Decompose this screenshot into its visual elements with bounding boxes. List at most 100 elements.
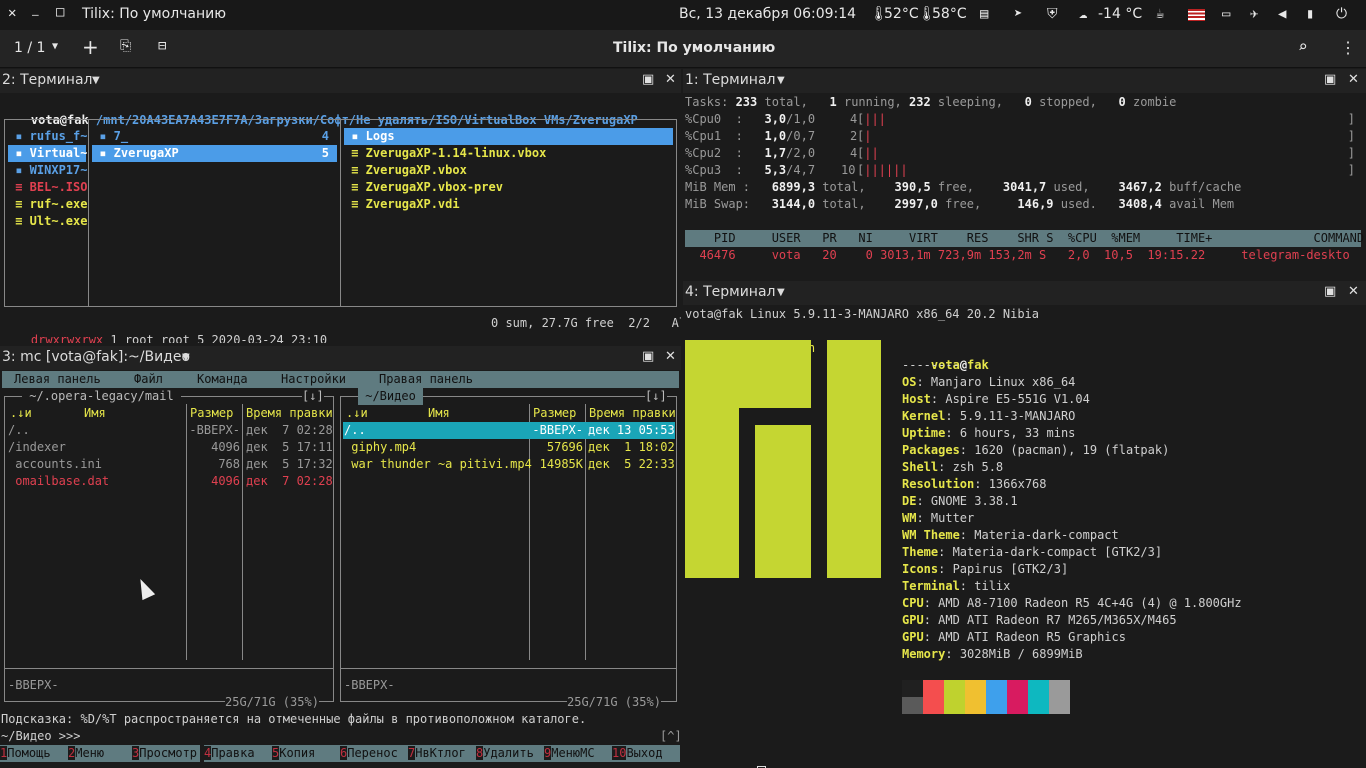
telegram-icon[interactable]: ➤ — [1014, 6, 1022, 22]
mc-left-col-size[interactable]: Размер — [190, 405, 233, 422]
maximize-icon[interactable]: ▣ — [642, 72, 654, 87]
mc-right-path[interactable]: ~/Видео — [358, 388, 424, 405]
lf-current-item[interactable]: ▪ 7_ 4 — [92, 128, 337, 145]
lf-preview-item[interactable]: ≡ ZverugaXP.vbox-prev — [344, 179, 673, 196]
mc-left-time[interactable]: дек 7 02:28 — [246, 422, 333, 439]
chevron-down-icon[interactable]: ▼ — [182, 352, 190, 363]
battery-icon[interactable]: ▮ — [1306, 6, 1314, 22]
mc-left-size[interactable]: 4096 — [188, 439, 240, 456]
mc-left-path[interactable]: ~/.opera-legacy/mail — [22, 388, 181, 405]
lf-preview-item[interactable]: ≡ ZverugaXP-1.14-linux.vbox — [344, 145, 673, 162]
app-title[interactable]: Tilix: По умолчанию — [82, 6, 226, 22]
mc-menu-item[interactable]: Левая панель — [14, 371, 101, 388]
mc-right-time[interactable]: дек 1 18:02 — [588, 439, 675, 456]
power-icon[interactable]: ⏻ — [1336, 6, 1347, 22]
mc-right-size[interactable]: -ВВЕРХ- — [531, 422, 583, 439]
screen-icon[interactable]: ▭ — [1222, 6, 1230, 22]
close-icon[interactable]: ✕ — [1348, 284, 1359, 299]
chevron-down-icon[interactable]: ▼ — [777, 75, 785, 86]
mc-menu-item[interactable]: Команда — [197, 371, 248, 388]
session-switcher[interactable]: 1 / 1 — [14, 40, 45, 56]
mc-left-size[interactable]: -ВВЕРХ- — [188, 422, 240, 439]
weather-temp[interactable]: -14 °C — [1098, 6, 1142, 22]
pane3-mc[interactable]: ~/.opera-legacy/mail [↓] ~/Видео [↓] .↓и… — [0, 370, 681, 768]
lf-parent-item[interactable]: ▪ WINXP17~ — [8, 162, 87, 179]
mc-left-name[interactable]: /.. — [8, 422, 30, 439]
lf-preview-item[interactable]: ≡ ZverugaXP.vbox — [344, 162, 673, 179]
mc-fkey-3[interactable]: 3Просмотр — [132, 745, 200, 762]
maximize-window-button[interactable]: □ — [56, 4, 64, 20]
search-icon[interactable]: ⌕ — [1298, 37, 1308, 56]
mc-fkey-4[interactable]: 4Правка — [204, 745, 272, 762]
maximize-icon[interactable]: ▣ — [1324, 72, 1336, 87]
close-icon[interactable]: ✕ — [665, 349, 676, 364]
mc-left-size[interactable]: 768 — [188, 456, 240, 473]
pane1-terminal[interactable]: Tasks: 233 total, 1 running, 232 sleepin… — [683, 93, 1366, 281]
mc-left-name[interactable]: /indexer — [8, 439, 66, 456]
volume-icon[interactable]: ◀ — [1278, 6, 1286, 22]
pane3-title[interactable]: 3: mc [vota@fak]:~/Видео — [2, 349, 190, 365]
add-terminal-down-icon[interactable]: ⊟ — [158, 38, 166, 54]
mc-left-time[interactable]: дек 7 02:28 — [246, 473, 333, 490]
mc-right-name[interactable]: giphy.mp4 — [344, 439, 416, 456]
mc-left-sort[interactable]: [↓] — [302, 388, 324, 405]
top-process-row[interactable]: 46476 vota 20 0 3013,1m 723,9m 153,2m S … — [685, 247, 1349, 264]
mc-fkey-6[interactable]: 6Перенос — [340, 745, 408, 762]
pane2-terminal[interactable]: vota@fak /mnt/20A43EA7A43E7F7A/Загрузки/… — [0, 93, 681, 343]
pane2-title[interactable]: 2: Терминал — [2, 72, 92, 88]
add-session-button[interactable]: + — [82, 35, 99, 59]
lf-parent-item[interactable]: ≡ Ult~.exe — [8, 213, 87, 230]
mc-left-name[interactable]: accounts.ini — [8, 456, 102, 473]
minimize-window-button[interactable]: — — [32, 8, 39, 21]
mc-right-time[interactable]: дек 13 05:53 — [588, 422, 675, 439]
mc-fkey-7[interactable]: 7НвКтлог — [408, 745, 476, 762]
clipboard-icon[interactable]: ▤ — [980, 6, 988, 22]
mc-left-sort-marker[interactable]: .↓и — [10, 405, 32, 422]
mc-left-time[interactable]: дек 5 17:32 — [246, 456, 333, 473]
mc-menu-item[interactable]: Файл — [134, 371, 163, 388]
mc-menu-item[interactable]: Правая панель — [379, 371, 473, 388]
close-icon[interactable]: ✕ — [1348, 72, 1359, 87]
mc-right-name[interactable]: war thunder ~a pitivi.mp4 — [344, 456, 532, 473]
mc-left-time[interactable]: дек 5 17:11 — [246, 439, 333, 456]
mc-left-name[interactable]: omailbase.dat — [8, 473, 109, 490]
keyboard-layout-flag-icon[interactable] — [1188, 9, 1205, 21]
maximize-icon[interactable]: ▣ — [642, 349, 654, 364]
lf-current-item[interactable]: ▪ ZverugaXP 5 — [92, 145, 337, 162]
close-window-button[interactable]: ✕ — [8, 5, 16, 21]
chevron-down-icon[interactable]: ▼ — [52, 41, 58, 52]
chevron-down-icon[interactable]: ▼ — [92, 75, 100, 86]
mc-right-sort[interactable]: [↓] — [645, 388, 667, 405]
lf-preview-item[interactable]: ≡ ZverugaXP.vdi — [344, 196, 673, 213]
mc-right-size[interactable]: 14985K — [531, 456, 583, 473]
mc-menu-item[interactable]: Настройки — [281, 371, 346, 388]
mc-fkey-9[interactable]: 9МенюМС — [544, 745, 612, 762]
mc-right-col-size[interactable]: Размер — [533, 405, 576, 422]
weather-icon[interactable]: ☁ — [1079, 6, 1087, 22]
close-icon[interactable]: ✕ — [665, 72, 676, 87]
mc-right-size[interactable]: 57696 — [531, 439, 583, 456]
lf-parent-item[interactable]: ▪ Virtual~ — [8, 145, 87, 162]
maximize-icon[interactable]: ▣ — [1324, 284, 1336, 299]
mc-fkey-8[interactable]: 8Удалить — [476, 745, 544, 762]
mc-left-col-time[interactable]: Время правки — [246, 405, 333, 422]
mc-fkey-1[interactable]: 1Помощь — [0, 745, 68, 762]
lf-preview-item[interactable]: ▪ Logs — [344, 128, 673, 145]
mc-right-col-time[interactable]: Время правки — [589, 405, 676, 422]
pane4-terminal[interactable]: vota@fak Linux 5.9.11-3-MANJARO x86_64 2… — [683, 305, 1366, 768]
coffee-icon[interactable]: ☕ — [1156, 6, 1164, 22]
cpu-temp[interactable]: 52°C — [884, 6, 919, 22]
pane4-title[interactable]: 4: Терминал — [685, 284, 775, 300]
lf-parent-item[interactable]: ▪ rufus_f~ — [8, 128, 87, 145]
lf-parent-item[interactable]: ≡ ruf~.exe — [8, 196, 87, 213]
mc-fkey-2[interactable]: 2Меню — [68, 745, 136, 762]
mc-right-col-name[interactable]: Имя — [428, 405, 450, 422]
mc-command-prompt[interactable]: ~/Видео >>> — [1, 728, 88, 745]
mc-right-time[interactable]: дек 5 22:33 — [588, 456, 675, 473]
mc-right-sort-marker[interactable]: .↓и — [346, 405, 368, 422]
chevron-down-icon[interactable]: ▼ — [777, 287, 785, 298]
mc-history-button[interactable]: [^] — [660, 728, 681, 745]
shield-icon[interactable]: ⛨ — [1047, 6, 1058, 22]
clock[interactable]: Вс, 13 декабря 06:09:14 — [679, 6, 856, 22]
add-terminal-right-icon[interactable]: ⎘ — [120, 38, 131, 54]
